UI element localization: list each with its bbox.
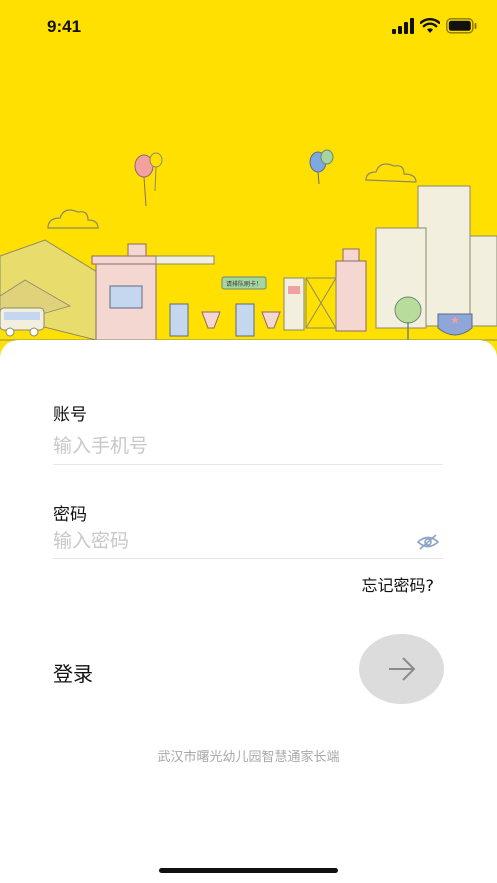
cloud-icon [47,209,99,229]
login-label: 登录 [53,662,93,686]
battery-icon [446,18,477,34]
sign-text: 请排队刷卡！ [226,280,262,288]
status-bar: 9:41 [0,0,497,56]
tree [394,296,422,324]
hero-illustration: 请排队刷卡！ [0,149,497,347]
building [469,235,497,327]
turnstile [201,311,221,329]
wifi-icon [420,18,440,33]
password-divider [53,558,443,559]
status-time: 9:41 [47,17,82,36]
signal-icon [392,18,414,34]
forgot-password-link[interactable]: 忘记密码? [362,572,435,596]
phone-input[interactable] [53,429,443,463]
account-label: 账号 [53,405,87,425]
balloon [149,152,163,168]
footer-text: 武汉市曙光幼儿园智慧通家长端 [157,750,340,765]
turnstile [261,311,281,329]
password-label: 密码 [53,505,87,525]
account-divider [53,464,443,465]
status-icons [392,16,477,34]
password-input[interactable] [53,524,403,558]
home-indicator[interactable] [159,868,338,873]
login-button[interactable] [359,634,444,704]
balloon [320,149,334,165]
login-card: 账号 密码 忘记密码? 登录 武汉市曙光幼儿园智慧通家长端 [0,340,497,883]
turnstile [235,303,255,337]
cloud-icon [365,163,417,183]
turnstile [169,303,189,337]
arrow-right-icon [389,657,416,681]
building [335,260,367,332]
eye-off-icon[interactable] [416,530,440,554]
